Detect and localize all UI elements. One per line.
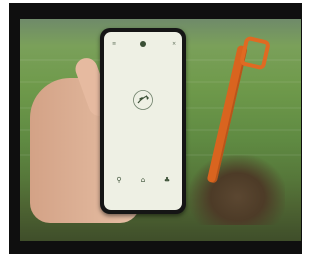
plant-icon: ⚲	[116, 176, 122, 184]
dug-soil	[190, 155, 285, 225]
shovel-leaf-icon	[133, 90, 153, 110]
home-icon: ⌂	[140, 176, 146, 184]
app-logo-icon	[140, 41, 146, 47]
tab-home[interactable]: ⌂	[133, 176, 153, 187]
sprout-icon: ♣	[163, 176, 171, 184]
close-icon[interactable]: ×	[172, 41, 176, 47]
tab-plant[interactable]: ⚲	[109, 176, 129, 187]
phone-screen: ≡ × ⚲ ⌂ ♣	[104, 32, 182, 210]
tab-sprout[interactable]: ♣	[157, 176, 177, 187]
menu-icon[interactable]: ≡	[112, 41, 116, 47]
